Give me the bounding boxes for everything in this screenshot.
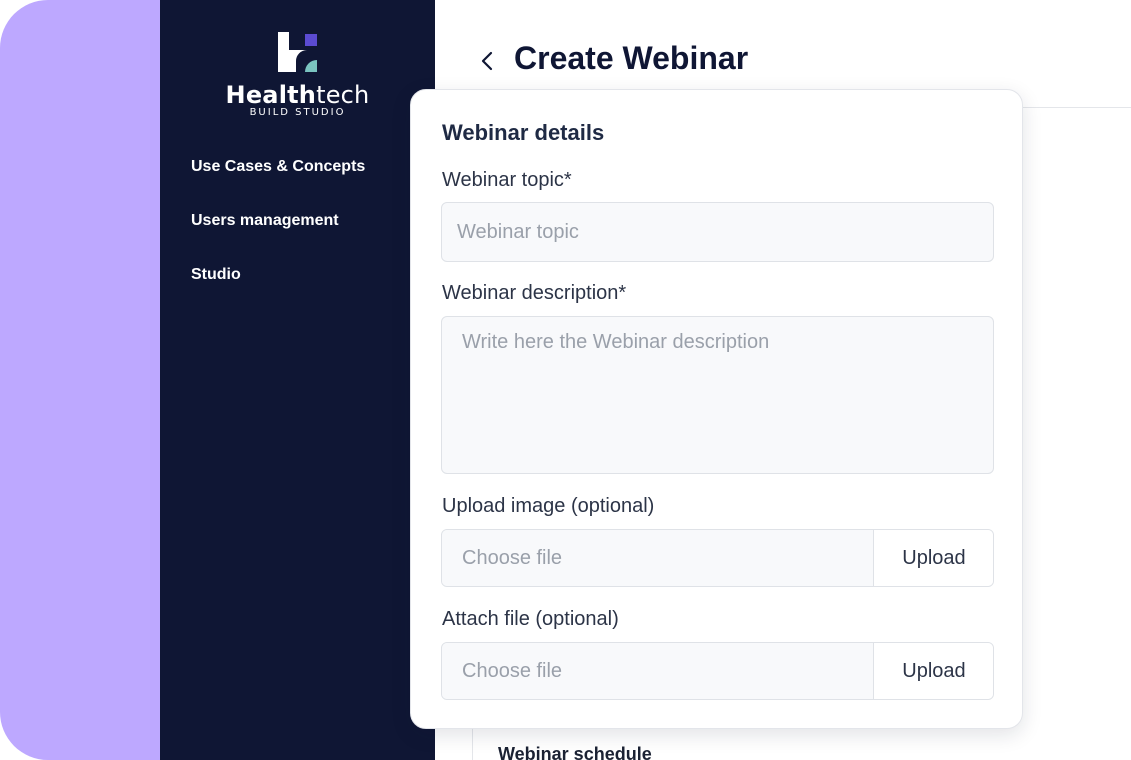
image-upload-label: Upload image (optional) <box>442 495 655 517</box>
backdrop <box>0 0 160 760</box>
description-label: Webinar description* <box>442 282 627 304</box>
sidebar-nav: Use Cases & Concepts Users management St… <box>191 156 365 318</box>
webinar-details-card: Webinar details Webinar topic* Webinar t… <box>410 89 1023 729</box>
image-upload-button[interactable]: Upload <box>873 530 993 586</box>
topic-input[interactable]: Webinar topic <box>441 202 994 262</box>
logo: Healthtech BUILD STUDIO <box>160 32 435 122</box>
page-title: Create Webinar <box>514 40 749 76</box>
attach-upload-button[interactable]: Upload <box>873 643 993 699</box>
sidebar-item-users-management[interactable]: Users management <box>191 210 365 264</box>
brand-name-light: tech <box>316 81 370 109</box>
chevron-left-icon[interactable] <box>475 46 499 76</box>
sidebar-item-use-cases[interactable]: Use Cases & Concepts <box>191 156 365 210</box>
sidebar: Healthtech BUILD STUDIO Use Cases & Conc… <box>160 0 435 760</box>
description-textarea[interactable]: Write here the Webinar description <box>441 316 994 474</box>
attach-file-label: Attach file (optional) <box>442 608 619 630</box>
brand-subtitle: BUILD STUDIO <box>249 107 346 118</box>
card-title: Webinar details <box>442 120 605 145</box>
brand-name-bold: Health <box>225 81 317 109</box>
healthtech-logo-icon <box>278 32 317 72</box>
attach-file-input[interactable]: Choose file <box>442 643 873 699</box>
sidebar-item-studio[interactable]: Studio <box>191 264 365 318</box>
image-upload-field: Choose file Upload <box>441 529 994 587</box>
app-frame: Healthtech BUILD STUDIO Use Cases & Conc… <box>0 0 1131 760</box>
image-file-input[interactable]: Choose file <box>442 530 873 586</box>
brand-name: Healthtech <box>160 81 435 109</box>
topic-label: Webinar topic* <box>442 169 572 191</box>
section-label-schedule: Webinar schedule <box>498 744 652 760</box>
attach-file-field: Choose file Upload <box>441 642 994 700</box>
